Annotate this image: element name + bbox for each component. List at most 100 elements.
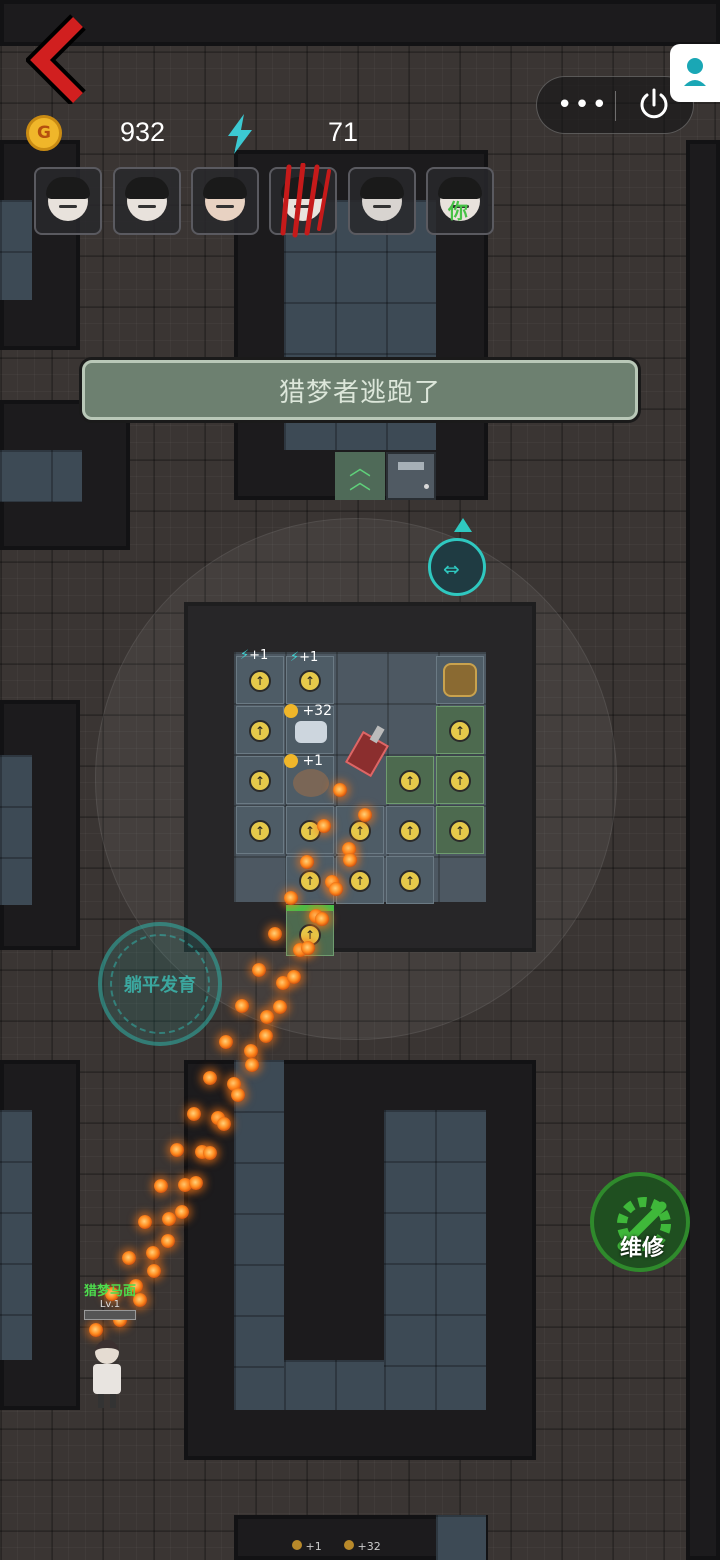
coin-icon: [284, 704, 298, 718]
fireball: [186, 1107, 201, 1121]
upgrade-tile[interactable]: ↑: [236, 756, 284, 804]
move-marker[interactable]: ⇔: [428, 538, 486, 596]
top-wall: [0, 0, 720, 46]
treasure-tile[interactable]: [436, 656, 484, 704]
upgrade-tile[interactable]: ↑: [236, 706, 284, 754]
floating-assistant-button[interactable]: [670, 44, 720, 102]
upgrade-tile[interactable]: ↑: [386, 856, 434, 904]
energy-gain-text: ⚡+1: [290, 650, 318, 665]
fireball: [89, 1323, 103, 1337]
arrow-up-icon: ↑: [399, 820, 421, 842]
fireball: [137, 1215, 152, 1229]
player-portrait-3[interactable]: [191, 167, 259, 235]
bottom-gold-gain: +32: [344, 1540, 381, 1553]
bottom-room-floor-mid: [284, 1360, 384, 1410]
fireball: [189, 1175, 203, 1190]
fireball: [251, 963, 266, 977]
bottom-gold-gain: +1: [292, 1540, 322, 1553]
fireball: [343, 853, 357, 867]
upgrade-tile[interactable]: ↑: [236, 806, 284, 854]
bottom-gain-right: +32: [357, 1540, 381, 1553]
player-portrait-1[interactable]: [34, 167, 102, 235]
upgrade-tile[interactable]: ↑: [436, 706, 484, 754]
hunter-health-bar: [84, 1310, 136, 1320]
hunter-body: [93, 1364, 121, 1394]
character-face-icon: [125, 177, 169, 221]
upgrade-tile[interactable]: ↑: [386, 806, 434, 854]
fireball: [202, 1071, 217, 1085]
fireball: [162, 1212, 176, 1226]
floater-text: +1: [299, 650, 319, 665]
fireball: [243, 1043, 258, 1058]
coin-icon: [344, 1540, 354, 1550]
move-arrows-icon: ⇔: [443, 557, 460, 581]
character-face-icon: [203, 177, 247, 221]
fireball: [145, 1245, 160, 1260]
fireball: [121, 1251, 136, 1265]
notification-banner: 猎梦者逃跑了: [82, 360, 638, 420]
energy-gain-text: ⚡+1: [240, 648, 268, 663]
floater-text: +1: [302, 753, 324, 769]
gold-gain-text: +32: [284, 703, 332, 719]
back-arrow-icon: [24, 14, 86, 106]
upgrade-tile[interactable]: ↑: [436, 806, 484, 854]
claw-marks-icon: [280, 163, 331, 238]
player-portrait-5[interactable]: [348, 167, 416, 235]
more-dots-icon: •••: [556, 90, 609, 120]
fireball: [333, 783, 347, 797]
character-face-icon: [360, 177, 404, 221]
upgrade-tile[interactable]: ↑: [386, 756, 434, 804]
player-portrait-2[interactable]: [113, 167, 181, 235]
coin-icon: [284, 754, 298, 768]
self-label: 你: [448, 199, 468, 223]
player-portrait-4[interactable]: [269, 163, 337, 238]
more-menu-button[interactable]: •••: [551, 85, 615, 125]
fireball: [358, 808, 372, 822]
door-health-bar: [286, 905, 334, 911]
gold-gain-text: +1: [284, 753, 323, 769]
fireball: [219, 1035, 234, 1049]
room-exit-tile: ︿ ︿: [335, 452, 385, 500]
gold-count: 932: [120, 117, 166, 147]
left-room-floor-top: [0, 200, 32, 300]
fireball: [154, 1179, 169, 1193]
treasure-chest-icon: [443, 663, 477, 697]
arrow-up-icon: ↑: [249, 770, 271, 792]
hunter-sprite[interactable]: [88, 1340, 126, 1410]
left-room-floor-bottom: [0, 1110, 32, 1360]
upgrade-tile[interactable]: ↑: [436, 756, 484, 804]
upgrade-tile[interactable]: ↑: [236, 656, 284, 704]
arrow-up-icon: ↑: [399, 870, 421, 892]
bed-icon: [295, 721, 327, 743]
arrow-up-icon: ↑: [349, 820, 371, 842]
lightning-icon: [224, 114, 256, 154]
bottom-room-floor-right: [384, 1110, 486, 1410]
hunter-leg: [110, 1394, 116, 1408]
coin-icon: G: [26, 115, 62, 151]
energy-count: 71: [328, 117, 359, 147]
stamp-inner-ring: 躺平发育: [110, 934, 210, 1034]
fireball: [260, 1010, 274, 1024]
bottom-edge-floor: [436, 1515, 486, 1560]
door-vent: [398, 462, 424, 470]
right-wall: [686, 140, 720, 1560]
fireball: [273, 999, 287, 1014]
fireball: [315, 911, 329, 926]
metal-door[interactable]: [386, 452, 436, 500]
repair-button[interactable]: 维修: [590, 1172, 690, 1272]
arrow-up-icon: ↑: [449, 820, 471, 842]
coin-icon: [292, 1540, 302, 1550]
back-button[interactable]: [24, 14, 96, 106]
arrow-up-icon: ↑: [449, 770, 471, 792]
door-handle: [424, 484, 429, 489]
rock-icon: [293, 769, 329, 797]
hunter-nameplate: 猎梦马面 Lv.1: [70, 1280, 150, 1320]
person-pin-icon: [684, 58, 706, 86]
capsule-divider: [615, 91, 616, 121]
fireball: [316, 819, 331, 833]
hunter-name: 猎梦马面: [83, 1284, 136, 1299]
player-portrait-self[interactable]: 你: [426, 167, 494, 235]
fireball: [161, 1234, 175, 1249]
arrow-up-icon: ↑: [249, 720, 271, 742]
fireball: [231, 1087, 245, 1102]
